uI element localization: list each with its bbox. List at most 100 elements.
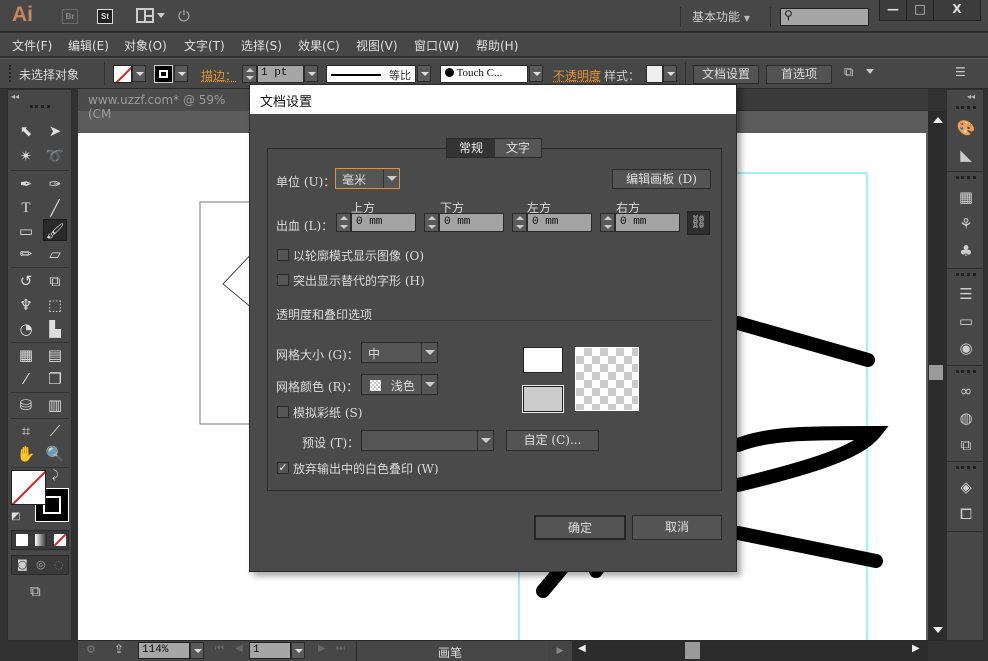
stroke-panel-icon[interactable]: ☰ <box>955 284 977 304</box>
close-button[interactable]: X <box>933 0 981 21</box>
paintbrush-tool-icon[interactable]: 🖌 <box>43 219 67 241</box>
grip-handle[interactable] <box>956 370 976 373</box>
color-panel-icon[interactable]: 🎨 <box>955 118 977 138</box>
cc-libraries-panel-icon[interactable]: ∞ <box>955 381 977 401</box>
preset-select[interactable] <box>361 430 494 451</box>
vertical-scrollbar[interactable] <box>928 111 946 641</box>
link-bleed-icon[interactable]: ⛓ <box>687 211 710 235</box>
zoom-dropdown[interactable] <box>190 642 204 659</box>
free-transform-tool-icon[interactable]: ⬚ <box>43 294 67 316</box>
panel-menu-icon[interactable]: ☰ <box>955 65 966 79</box>
maximize-button[interactable]: □ <box>906 0 934 21</box>
puppet-warp-tool-icon[interactable]: ♆ <box>14 294 38 316</box>
lasso-tool-icon[interactable]: ➰ <box>43 145 67 167</box>
layers-panel-icon[interactable]: ◈ <box>955 477 977 497</box>
document-tab[interactable]: www.uzzf.com* @ 59% (CM <box>78 89 258 121</box>
preferences-button[interactable]: 首选项 <box>766 65 832 84</box>
bleed-right-stepper[interactable] <box>600 213 615 232</box>
arrange-dropdown-icon[interactable] <box>157 13 165 18</box>
appearance-panel-icon[interactable]: ◍ <box>955 408 977 428</box>
eyedropper-tool-icon[interactable]: ⁄ <box>14 368 38 390</box>
ok-button[interactable]: 确定 <box>534 515 626 540</box>
opacity-label[interactable]: 不透明度 <box>553 67 601 84</box>
fill-swatch[interactable] <box>113 65 132 83</box>
grip-handle[interactable] <box>9 65 11 82</box>
vertical-scroll-thumb[interactable] <box>929 365 943 380</box>
draw-behind-icon[interactable]: ◎ <box>36 558 46 571</box>
stroke-label[interactable]: 描边： <box>201 67 237 84</box>
bleed-top-stepper[interactable] <box>336 213 351 232</box>
swatches-panel-icon[interactable]: ▦ <box>955 187 977 207</box>
artboard-number-input[interactable]: 1 <box>249 642 291 659</box>
grid-size-select[interactable]: 中 <box>361 342 438 363</box>
stroke-swatch[interactable] <box>154 65 173 83</box>
status-menu-arrow-icon[interactable]: ▶ <box>548 641 572 661</box>
grip-handle[interactable] <box>30 105 50 108</box>
edit-artboards-button[interactable]: 编辑画板 (D) <box>612 169 711 189</box>
draw-inside-icon[interactable]: ◌ <box>54 558 64 571</box>
gradient-tool-icon[interactable]: ▤ <box>43 344 67 366</box>
color-guide-panel-icon[interactable]: ◣ <box>955 145 977 165</box>
simulate-paper-checkbox[interactable] <box>277 406 289 418</box>
stroke-weight-stepper[interactable] <box>242 65 257 83</box>
curvature-tool-icon[interactable]: ✑ <box>43 173 67 195</box>
tab-type[interactable]: 文字 <box>495 139 541 157</box>
blend-tool-icon[interactable]: ❐ <box>43 368 67 390</box>
slice-tool-icon[interactable]: ⟋ <box>43 420 67 442</box>
type-tool-icon[interactable]: T <box>14 197 38 219</box>
grid-preview-gray[interactable] <box>522 385 564 413</box>
units-select[interactable]: 毫米 <box>335 168 400 189</box>
scroll-left-icon[interactable]: ◀ <box>578 643 586 654</box>
isolate-object-icon[interactable]: ⧉ <box>844 65 853 80</box>
menu-help[interactable]: 帮助(H) <box>476 37 518 54</box>
grip-handle[interactable] <box>956 273 976 276</box>
transparency-panel-icon[interactable]: ◉ <box>955 338 977 358</box>
grip-handle[interactable] <box>956 176 976 179</box>
zoom-tool-icon[interactable]: 🔍 <box>43 443 67 465</box>
artboard-dropdown[interactable] <box>291 642 305 659</box>
bleed-left-stepper[interactable] <box>512 213 527 232</box>
gradient-mode-icon[interactable] <box>35 534 47 546</box>
last-artboard-icon[interactable]: ⏭ <box>336 643 345 654</box>
hand-tool-icon[interactable]: ✋ <box>14 443 38 465</box>
artboards-panel-icon[interactable]: ⧠ <box>955 504 977 524</box>
document-setup-button[interactable]: 文档设置 <box>693 65 759 84</box>
next-artboard-icon[interactable]: ▶ <box>318 643 326 654</box>
magic-wand-tool-icon[interactable]: ✴ <box>14 145 38 167</box>
stroke-dropdown[interactable] <box>174 65 188 82</box>
grip-handle[interactable] <box>956 106 976 109</box>
previous-artboard-icon[interactable]: ◀ <box>235 643 243 654</box>
minimize-button[interactable]: — <box>879 0 907 21</box>
collapse-panel-icon[interactable]: ◂◂ <box>11 92 19 101</box>
menu-select[interactable]: 选择(S) <box>241 37 282 54</box>
gpu-performance-icon[interactable]: ⚙ <box>86 643 96 656</box>
first-artboard-icon[interactable]: ⏮ <box>215 643 224 654</box>
chevron-down-icon[interactable] <box>866 69 874 74</box>
horizontal-scroll-thumb[interactable] <box>685 642 700 659</box>
style-dropdown[interactable] <box>663 65 677 82</box>
menu-file[interactable]: 文件(F) <box>12 37 52 54</box>
stock-icon[interactable]: St <box>97 9 113 24</box>
color-mode-icon[interactable] <box>16 534 28 546</box>
horizontal-scrollbar[interactable]: ▶ ◀ ▶ <box>548 641 928 661</box>
custom-button[interactable]: 自定 (C)... <box>506 430 599 451</box>
bridge-icon[interactable]: Br <box>62 9 78 24</box>
cancel-button[interactable]: 取消 <box>632 515 722 540</box>
arrange-documents-icon[interactable] <box>136 8 154 23</box>
bleed-top-input[interactable]: 0 mm <box>351 213 416 232</box>
menu-view[interactable]: 视图(V) <box>356 37 398 54</box>
brush-definition[interactable]: Touch C... <box>440 65 528 83</box>
fill-dropdown[interactable] <box>132 65 146 82</box>
scroll-up-icon[interactable] <box>933 117 943 123</box>
highlight-glyphs-checkbox[interactable] <box>277 274 289 286</box>
brush-dropdown[interactable] <box>529 65 543 82</box>
mesh-tool-icon[interactable]: ▦ <box>14 344 38 366</box>
screen-mode-icon[interactable]: ⧉ <box>30 582 41 600</box>
fill-color-box[interactable] <box>11 470 46 505</box>
bleed-right-input[interactable]: 0 mm <box>615 213 680 232</box>
eraser-tool-icon[interactable]: ▱ <box>43 243 67 265</box>
pencil-tool-icon[interactable]: ✏ <box>14 243 38 265</box>
symbols-panel-icon[interactable]: ♣ <box>955 241 977 261</box>
discard-white-overprint-checkbox[interactable]: ✓ <box>277 462 289 474</box>
grid-color-select[interactable]: 浅色 <box>361 374 438 395</box>
